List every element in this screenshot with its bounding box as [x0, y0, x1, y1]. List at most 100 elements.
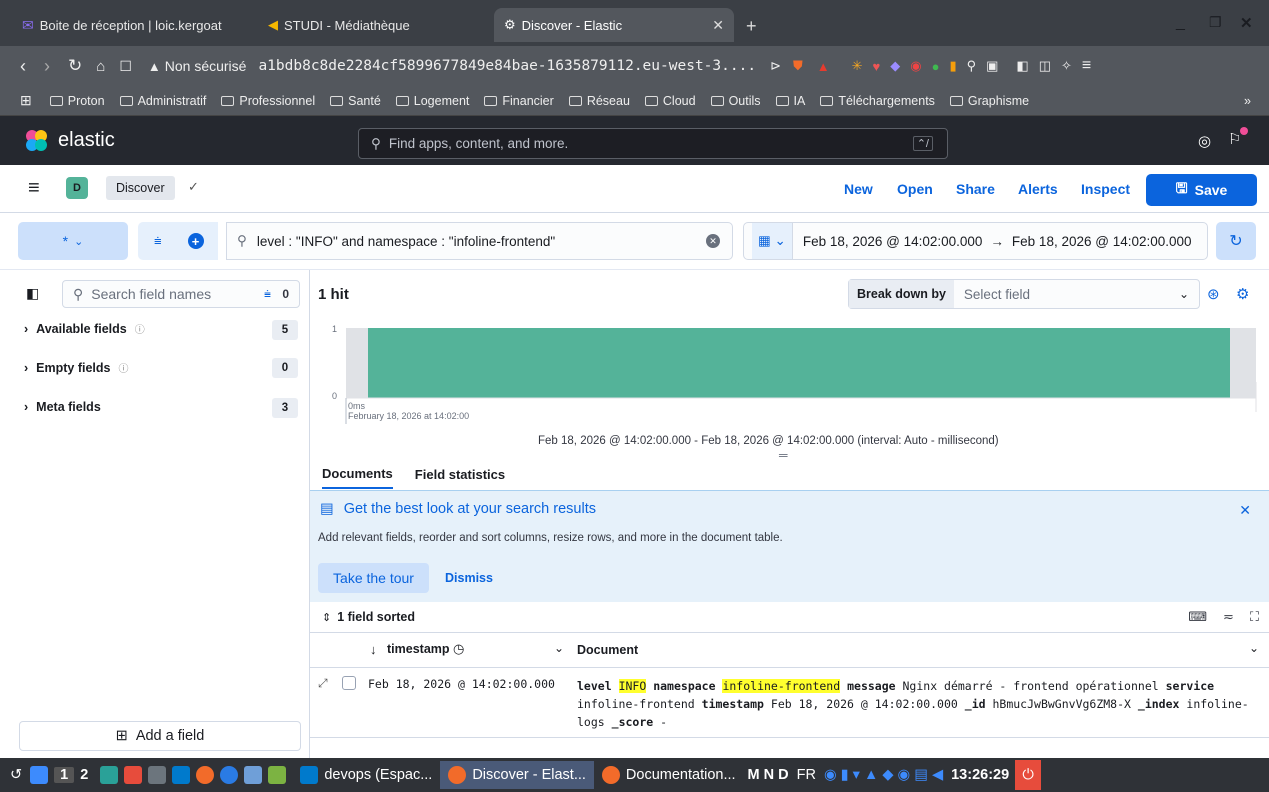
- chevron-down-icon[interactable]: ⌄: [1249, 641, 1259, 655]
- extension-4-icon[interactable]: ◉: [910, 58, 921, 74]
- open-button[interactable]: Open: [897, 181, 933, 197]
- bookmarks-more[interactable]: »: [1244, 94, 1251, 108]
- expand-row-icon[interactable]: ⤢: [318, 676, 328, 691]
- app-launcher-icon[interactable]: ↺: [10, 767, 22, 783]
- meta-fields-group[interactable]: › Meta fields: [24, 400, 101, 414]
- back-icon[interactable]: ‹: [20, 56, 26, 77]
- menu-icon[interactable]: ≡: [28, 177, 40, 200]
- power-icon[interactable]: ⏻: [1015, 760, 1042, 790]
- bookmark-reseau[interactable]: Réseau: [568, 94, 630, 108]
- close-window-icon[interactable]: ✕: [1240, 14, 1253, 32]
- minimize-icon[interactable]: _: [1176, 14, 1185, 32]
- breadcrumb[interactable]: Discover: [106, 176, 175, 200]
- available-fields-group[interactable]: › Available fields ⓘ: [24, 321, 145, 337]
- time-picker[interactable]: ▦ ⌄ Feb 18, 2026 @ 14:02:00.000 → Feb 18…: [743, 222, 1208, 260]
- collapse-sidebar-icon[interactable]: ◧: [26, 285, 39, 302]
- brave-rewards-icon[interactable]: ▲: [817, 59, 830, 74]
- bookmark-financier[interactable]: Financier: [484, 94, 554, 108]
- close-callout-icon[interactable]: ✕: [1239, 502, 1251, 519]
- calendar-icon[interactable]: ▦ ⌄: [752, 223, 793, 259]
- apps-grid-icon[interactable]: ⊞: [20, 92, 32, 109]
- app-icon[interactable]: [220, 766, 239, 784]
- field-filter[interactable]: ⩧ 0: [264, 287, 289, 302]
- bookmark-telechargements[interactable]: Téléchargements: [820, 94, 935, 108]
- alerts-button[interactable]: Alerts: [1018, 181, 1058, 197]
- clear-query-icon[interactable]: ✕: [706, 234, 720, 248]
- bookmark-proton[interactable]: Proton: [49, 94, 105, 108]
- menu-icon[interactable]: ≡: [1082, 57, 1091, 75]
- tab-documents[interactable]: Documents: [322, 466, 393, 489]
- vscode-icon[interactable]: [172, 766, 191, 784]
- sorted-fields-button[interactable]: 1 field sorted: [337, 610, 415, 624]
- breakdown-select[interactable]: Break down by Select field ⌄: [848, 279, 1200, 309]
- home-icon[interactable]: ⌂: [96, 58, 105, 75]
- row-checkbox[interactable]: [342, 676, 356, 690]
- settings-icon[interactable]: ⚙: [1236, 285, 1249, 303]
- elastic-logo-icon[interactable]: [26, 129, 48, 152]
- inspect-button[interactable]: Inspect: [1081, 181, 1130, 197]
- chart-options-icon[interactable]: ⊛: [1207, 285, 1220, 303]
- new-tab-icon[interactable]: +: [746, 16, 757, 37]
- fullscreen-icon[interactable]: ⛶: [1250, 609, 1259, 625]
- empty-fields-group[interactable]: › Empty fields ⓘ: [24, 360, 129, 376]
- workspace-1[interactable]: 1: [54, 767, 75, 783]
- bookmark-administratif[interactable]: Administratif: [119, 94, 206, 108]
- browser-tab-studi[interactable]: ◀ STUDI - Médiathèque: [258, 8, 478, 42]
- bookmark-outils[interactable]: Outils: [710, 94, 761, 108]
- app-2-icon[interactable]: [244, 766, 263, 784]
- chevron-down-icon[interactable]: ✓: [188, 179, 199, 195]
- new-button[interactable]: New: [844, 181, 873, 197]
- wallet-icon[interactable]: ◫: [1039, 58, 1051, 74]
- query-input[interactable]: ⚲ level : "INFO" and namespace : "infoli…: [226, 222, 733, 260]
- chevron-down-icon[interactable]: ⌄: [554, 641, 564, 655]
- tray-icons[interactable]: ◉ ▮ ▾ ▲ ◆ ◉ ▤ ◀: [824, 767, 943, 783]
- taskbar-window-discover[interactable]: Discover - Elast...: [440, 761, 594, 789]
- sidebar-toggle-icon[interactable]: ◧: [1016, 58, 1028, 74]
- help-icon[interactable]: ◎: [1198, 132, 1211, 150]
- space-avatar[interactable]: D: [66, 177, 88, 199]
- extension-1-icon[interactable]: ✳: [852, 58, 863, 74]
- share-icon[interactable]: ⊳: [770, 58, 781, 74]
- add-filter-icon[interactable]: +: [187, 233, 204, 249]
- forward-icon[interactable]: ›: [44, 56, 50, 77]
- files-icon[interactable]: [100, 766, 119, 784]
- display-settings-icon[interactable]: ≂: [1223, 609, 1234, 625]
- extension-3-icon[interactable]: ◆: [890, 58, 900, 74]
- column-timestamp[interactable]: timestamp: [387, 642, 450, 656]
- save-button[interactable]: 🖫 Save: [1146, 174, 1257, 206]
- terminal-icon[interactable]: [148, 766, 167, 784]
- field-search-input[interactable]: ⚲ Search field names ⩧ 0: [62, 280, 300, 308]
- bookmark-graphisme[interactable]: Graphisme: [949, 94, 1029, 108]
- keyboard-icon[interactable]: ⌨: [1188, 609, 1207, 625]
- clock[interactable]: 13:26:29: [951, 767, 1009, 783]
- extension-2-icon[interactable]: ♥: [873, 59, 881, 74]
- bookmark-cloud[interactable]: Cloud: [644, 94, 696, 108]
- refresh-button[interactable]: ↻: [1216, 222, 1256, 260]
- take-tour-button[interactable]: Take the tour: [318, 563, 429, 593]
- resize-handle-icon[interactable]: ═: [779, 448, 788, 462]
- bookmark-professionnel[interactable]: Professionnel: [221, 94, 315, 108]
- taskbar-window-documentation[interactable]: Documentation...: [594, 761, 744, 789]
- browser-tab-discover[interactable]: ⚙ Discover - Elastic ✕: [494, 8, 734, 42]
- bookmark-sante[interactable]: Santé: [330, 94, 381, 108]
- editor-icon[interactable]: [124, 766, 143, 784]
- tab-field-statistics[interactable]: Field statistics: [415, 467, 505, 488]
- dismiss-button[interactable]: Dismiss: [445, 571, 493, 585]
- column-document[interactable]: Document: [577, 643, 638, 657]
- minecraft-icon[interactable]: [268, 766, 287, 784]
- bookmark-page-icon[interactable]: ☐: [119, 58, 132, 75]
- brave-shield-icon[interactable]: ⛊: [793, 58, 803, 74]
- reload-icon[interactable]: ↻: [68, 56, 82, 76]
- time-start[interactable]: Feb 18, 2026 @ 14:02:00.000: [803, 234, 983, 249]
- data-view-picker[interactable]: * ⌄: [18, 222, 128, 260]
- global-search-input[interactable]: ⚲ Find apps, content, and more. ⌃/: [358, 128, 948, 159]
- url-bar[interactable]: a1bdb8c8de2284cf5899677849e84bae-1635879…: [258, 58, 756, 74]
- extension-6-icon[interactable]: ▮: [949, 58, 956, 74]
- leo-icon[interactable]: ✧: [1061, 58, 1072, 74]
- bookmark-ia[interactable]: IA: [775, 94, 805, 108]
- share-button[interactable]: Share: [956, 181, 995, 197]
- workspace-2[interactable]: 2: [74, 767, 94, 783]
- desktop-1-icon[interactable]: [30, 766, 49, 784]
- brave-icon[interactable]: [196, 766, 215, 784]
- bookmark-logement[interactable]: Logement: [395, 94, 469, 108]
